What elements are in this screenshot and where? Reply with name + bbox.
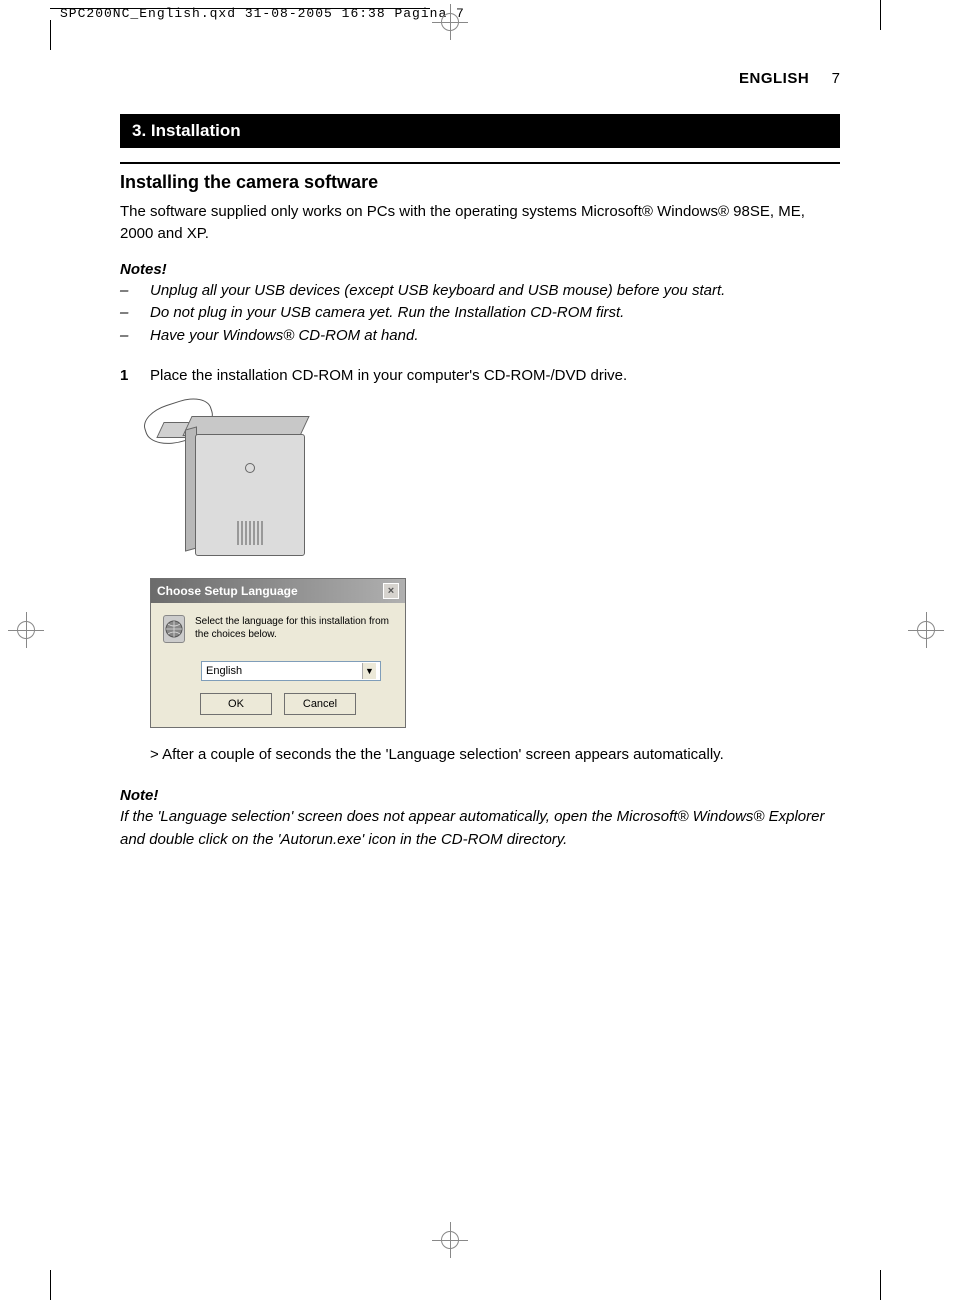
dialog-message: Select the language for this installatio…	[195, 615, 393, 641]
corner-mark	[50, 20, 51, 50]
close-button[interactable]: ×	[383, 583, 399, 599]
pc-top-icon	[182, 416, 309, 436]
step-1: 1 Place the installation CD-ROM in your …	[120, 367, 840, 384]
dialog-titlebar: Choose Setup Language ×	[151, 579, 405, 603]
chevron-down-icon: ▼	[362, 663, 376, 679]
note-body: If the 'Language selection' screen does …	[120, 806, 840, 851]
notes-heading: Notes!	[120, 261, 840, 278]
step-number: 1	[120, 367, 132, 384]
note-text: Unplug all your USB devices (except USB …	[150, 280, 725, 303]
globe-icon	[163, 615, 185, 643]
result-text: > After a couple of seconds the the 'Lan…	[150, 746, 840, 763]
note-heading: Note!	[120, 787, 840, 804]
language-select[interactable]: English ▼	[201, 661, 381, 681]
pc-tower-icon	[195, 434, 305, 556]
note-item: – Do not plug in your USB camera yet. Ru…	[120, 302, 840, 325]
page-content: ENGLISH 7 3. Installation Installing the…	[120, 70, 840, 851]
language-label: ENGLISH	[739, 70, 809, 87]
qxd-header: SPC200NC_English.qxd 31-08-2005 16:38 Pa…	[60, 6, 465, 21]
language-dialog: Choose Setup Language × Select the langu…	[150, 578, 406, 728]
note-item: – Have your Windows® CD-ROM at hand.	[120, 325, 840, 348]
trim-mark	[880, 1270, 881, 1300]
page-number: 7	[832, 70, 840, 87]
dialog-message-row: Select the language for this installatio…	[163, 615, 393, 643]
notes-list: – Unplug all your USB devices (except US…	[120, 280, 840, 348]
power-button-icon	[245, 463, 255, 473]
dialog-body: Select the language for this installatio…	[151, 603, 405, 727]
note-text: Do not plug in your USB camera yet. Run …	[150, 302, 624, 325]
dash: –	[120, 325, 132, 348]
note-text: Have your Windows® CD-ROM at hand.	[150, 325, 419, 348]
step-text: Place the installation CD-ROM in your co…	[150, 367, 627, 384]
dash: –	[120, 280, 132, 303]
subtitle: Installing the camera software	[120, 172, 840, 193]
horizontal-rule	[120, 162, 840, 164]
note-item: – Unplug all your USB devices (except US…	[120, 280, 840, 303]
dialog-buttons: OK Cancel	[163, 693, 393, 715]
pc-illustration	[150, 402, 330, 562]
trim-mark	[880, 0, 881, 30]
vents-icon	[237, 521, 263, 545]
dialog-title-text: Choose Setup Language	[157, 584, 298, 598]
figure-area: Choose Setup Language × Select the langu…	[150, 402, 840, 728]
intro-paragraph: The software supplied only works on PCs …	[120, 201, 840, 245]
dash: –	[120, 302, 132, 325]
ok-button[interactable]: OK	[200, 693, 272, 715]
section-title-bar: 3. Installation	[120, 114, 840, 148]
page-header: ENGLISH 7	[120, 70, 840, 88]
selected-language: English	[206, 665, 242, 677]
cancel-button[interactable]: Cancel	[284, 693, 356, 715]
trim-mark	[50, 1270, 51, 1300]
